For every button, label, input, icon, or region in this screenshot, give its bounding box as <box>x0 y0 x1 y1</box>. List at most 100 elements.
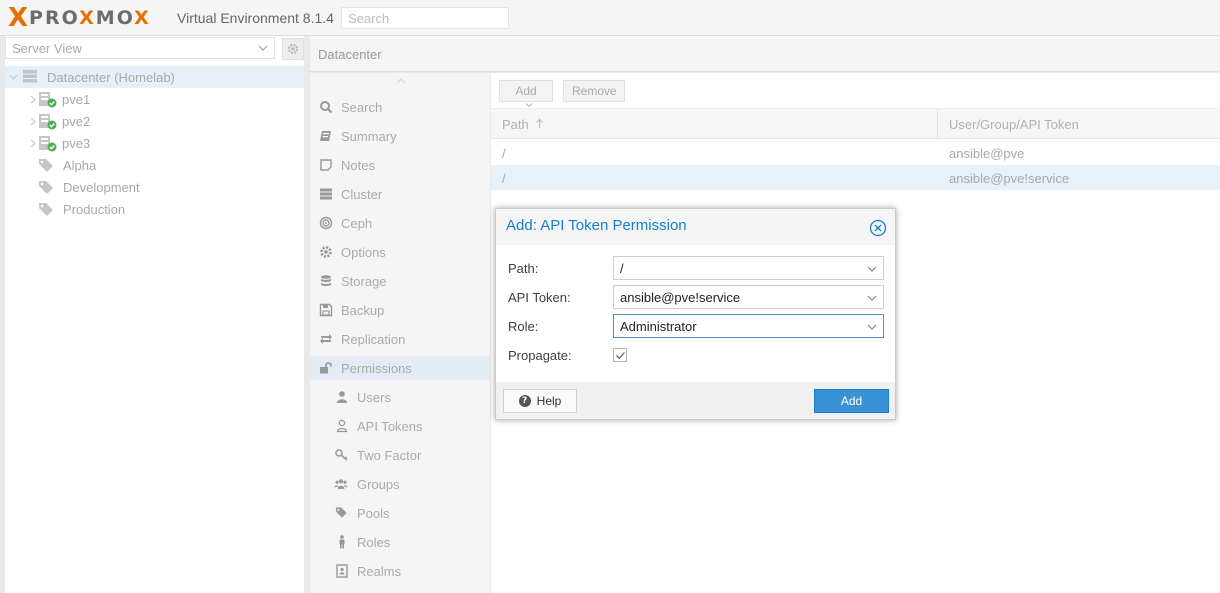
ceph-icon <box>319 216 333 230</box>
nav-item-label: API Tokens <box>357 418 423 434</box>
tree-item-tag[interactable]: Alpha <box>5 154 304 176</box>
nav-item-label: Groups <box>357 476 400 492</box>
table-row[interactable]: / ansible@pve!service <box>491 165 1220 190</box>
nav-item-options[interactable]: Options <box>310 240 490 264</box>
header-search-input[interactable] <box>341 7 509 29</box>
nav-item-replication[interactable]: Replication <box>310 327 490 351</box>
nav-item-notes[interactable]: Notes <box>310 153 490 177</box>
chevron-right-icon <box>30 95 36 104</box>
chevron-down-icon[interactable] <box>867 322 877 332</box>
tree-item-label: pve1 <box>62 91 91 107</box>
users-icon <box>334 477 348 491</box>
role-value: Administrator <box>620 319 697 334</box>
tag-icon <box>38 180 56 195</box>
add-button[interactable]: Add <box>499 80 553 108</box>
tree-item-label: Alpha <box>63 157 97 173</box>
nav-item-ceph[interactable]: Ceph <box>310 211 490 235</box>
nav-item-label: Two Factor <box>357 447 422 463</box>
tree-item-node[interactable]: pve1 <box>5 88 304 110</box>
dialog-add-button[interactable]: Add <box>814 389 889 413</box>
database-icon <box>319 274 333 288</box>
chevron-right-icon <box>30 139 36 148</box>
column-header-user[interactable]: User/Group/API Token <box>949 117 1079 132</box>
nav-item-groups[interactable]: Groups <box>310 472 490 496</box>
nav-item-label: Roles <box>357 534 391 550</box>
nav-item-two-factor[interactable]: Two Factor <box>310 443 490 467</box>
propagate-field-row: Propagate: <box>508 343 884 367</box>
product-title: Virtual Environment 8.1.4 <box>177 10 334 26</box>
path-label: Path: <box>508 261 539 276</box>
summary-icon <box>319 129 333 143</box>
close-icon[interactable] <box>869 219 887 237</box>
api-token-label: API Token: <box>508 290 571 305</box>
tree-item-label: Datacenter (Homelab) <box>47 69 175 85</box>
logo-text: PROXMOX <box>29 7 151 29</box>
scroll-up-icon[interactable] <box>396 77 406 85</box>
question-circle-icon: ? <box>518 395 531 407</box>
nav-item-label: Users <box>357 389 391 405</box>
nav-item-label: Options <box>341 244 386 260</box>
propagate-checkbox[interactable] <box>613 348 627 362</box>
unlock-icon <box>319 361 333 375</box>
tree-item-tag[interactable]: Development <box>5 176 304 198</box>
tree-settings-button[interactable] <box>282 38 304 60</box>
male-icon <box>335 535 349 549</box>
nav-item-roles[interactable]: Roles <box>310 530 490 554</box>
api-token-combo[interactable]: ansible@pve!service <box>613 285 884 309</box>
help-button[interactable]: ? Help <box>503 389 577 413</box>
chevron-down-icon[interactable] <box>867 264 877 274</box>
nav-item-label: Realms <box>357 563 402 579</box>
nav-item-api-tokens[interactable]: API Tokens <box>310 414 490 438</box>
nav-item-users[interactable]: Users <box>310 385 490 409</box>
tree-item-tag[interactable]: Production <box>5 198 304 220</box>
cell-user: ansible@pve <box>949 146 1025 161</box>
proxmox-logo[interactable]: X PROXMOX <box>8 5 151 31</box>
node-online-icon <box>38 113 58 130</box>
nav-item-label: Pools <box>357 505 390 521</box>
column-separator[interactable] <box>937 109 938 139</box>
chevron-right-icon <box>30 117 36 126</box>
role-combo[interactable]: Administrator <box>613 314 884 338</box>
breadcrumb: Datacenter <box>318 47 382 62</box>
remove-button[interactable]: Remove <box>563 80 625 102</box>
cell-path: / <box>502 146 506 161</box>
nav-item-storage[interactable]: Storage <box>310 269 490 293</box>
table-row[interactable]: / ansible@pve <box>491 140 1220 165</box>
datacenter-icon <box>22 69 38 84</box>
nav-item-backup[interactable]: Backup <box>310 298 490 322</box>
search-icon <box>319 100 333 114</box>
tree-item-datacenter[interactable]: Datacenter (Homelab) <box>5 66 304 88</box>
nav-item-pools[interactable]: Pools <box>310 501 490 525</box>
gear-icon <box>319 245 333 259</box>
chevron-down-icon <box>525 103 532 108</box>
nav-item-search[interactable]: Search <box>310 95 490 119</box>
chevron-down-icon[interactable] <box>867 293 877 303</box>
column-header-path[interactable]: Path <box>502 117 544 132</box>
nav-item-label: Backup <box>341 302 385 318</box>
content-header: Datacenter <box>310 36 1220 72</box>
sort-ascending-icon <box>536 118 544 128</box>
top-header: X PROXMOX Virtual Environment 8.1.4 <box>0 0 1220 36</box>
nav-item-realms[interactable]: Realms <box>310 559 490 583</box>
nav-item-summary[interactable]: Summary <box>310 124 490 148</box>
role-field-row: Role: Administrator <box>508 314 884 338</box>
path-field-row: Path: / <box>508 256 884 280</box>
api-token-field-row: API Token: ansible@pve!service <box>508 285 884 309</box>
nav-item-cluster[interactable]: Cluster <box>310 182 490 206</box>
dialog-footer: ? Help Add <box>496 382 895 419</box>
view-select-value: Server View <box>12 41 82 56</box>
tag-icon <box>38 202 56 217</box>
node-online-icon <box>38 91 58 108</box>
nav-item-permissions[interactable]: Permissions <box>310 356 490 380</box>
gear-icon <box>287 43 299 55</box>
tree-item-node[interactable]: pve2 <box>5 110 304 132</box>
tree-item-label: Production <box>63 201 126 217</box>
tree-item-label: pve3 <box>62 135 91 151</box>
path-combo[interactable]: / <box>613 256 884 280</box>
view-select[interactable]: Server View <box>5 37 275 59</box>
user-outline-icon <box>335 419 349 433</box>
tree-item-node[interactable]: pve3 <box>5 132 304 154</box>
dialog-header[interactable]: Add: API Token Permission <box>496 209 895 245</box>
nav-item-label: Storage <box>341 273 387 289</box>
nav-item-label: Permissions <box>341 360 412 376</box>
